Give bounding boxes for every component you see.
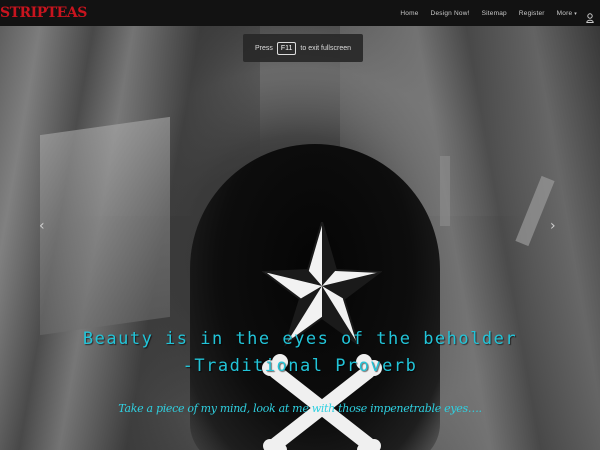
toast-suffix: to exit fullscreen bbox=[300, 44, 352, 52]
nav-item-more[interactable]: More ▾ bbox=[557, 10, 577, 17]
slide-caption-quote: Beauty is in the eyes of the beholder bbox=[82, 329, 518, 349]
site-logo[interactable]: STRIPTEAS bbox=[0, 2, 87, 24]
nav-item-register[interactable]: Register bbox=[519, 10, 545, 17]
nav-item-more-label: More bbox=[556, 9, 573, 17]
wall-window bbox=[40, 116, 170, 336]
slider-next-arrow-icon[interactable]: › bbox=[550, 218, 556, 234]
keycap-f11: F11 bbox=[276, 41, 297, 55]
slide-subtitle: Take a piece of my mind, look at me with… bbox=[118, 402, 482, 415]
slide-caption-attribution: -Traditional Proverb bbox=[182, 356, 418, 376]
chevron-down-icon: ▾ bbox=[574, 10, 577, 17]
wall-pipe bbox=[440, 156, 450, 226]
slider-prev-arrow-icon[interactable]: ‹ bbox=[39, 218, 45, 234]
top-navbar: STRIPTEAS Home Design Now! Sitemap Regis… bbox=[0, 0, 600, 26]
nav-item-sitemap[interactable]: Sitemap bbox=[482, 10, 507, 17]
user-icon[interactable] bbox=[586, 8, 594, 23]
fullscreen-toast: Press F11 to exit fullscreen bbox=[243, 34, 363, 62]
nav-item-home[interactable]: Home bbox=[400, 10, 418, 17]
nav-item-design-now[interactable]: Design Now! bbox=[431, 10, 470, 17]
hero-slider bbox=[0, 26, 600, 450]
nav-menu: Home Design Now! Sitemap Register More ▾ bbox=[388, 8, 594, 23]
toast-prefix: Press bbox=[254, 44, 273, 52]
